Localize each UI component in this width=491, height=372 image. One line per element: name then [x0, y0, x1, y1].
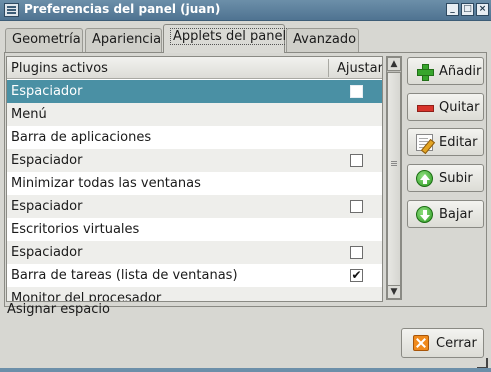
- list-item-label: Espaciador: [11, 84, 83, 99]
- close-button[interactable]: Cerrar: [401, 328, 484, 358]
- grip-icon: [391, 161, 397, 162]
- list-item[interactable]: Escritorios virtuales: [7, 218, 382, 241]
- expand-checkbox[interactable]: [350, 246, 363, 259]
- minus-icon: [416, 99, 434, 116]
- list-item[interactable]: Espaciador: [7, 80, 382, 103]
- list-scrollbar[interactable]: ▲ ▼: [386, 56, 402, 300]
- expand-checkbox[interactable]: ✔: [350, 269, 363, 282]
- list-item-label: Barra de aplicaciones: [11, 130, 152, 145]
- list-header: Plugins activos Ajustar: [7, 57, 382, 79]
- tab-geometria[interactable]: Geometría: [5, 28, 83, 52]
- up-arrow-icon: [416, 170, 433, 187]
- move-up-button[interactable]: Subir: [407, 164, 484, 192]
- title-bar[interactable]: Preferencias del panel (juan) _ □ ×: [0, 0, 491, 21]
- list-item[interactable]: Barra de tareas (lista de ventanas) ✔: [7, 264, 382, 287]
- list-item[interactable]: Monitor del procesador: [7, 287, 382, 302]
- column-separator: [328, 59, 329, 77]
- minimize-button[interactable]: _: [446, 3, 459, 16]
- list-item[interactable]: Menú: [7, 103, 382, 126]
- list-item-label: Barra de tareas (lista de ventanas): [11, 268, 238, 283]
- expand-checkbox[interactable]: [350, 85, 363, 98]
- scroll-down-icon[interactable]: ▼: [387, 285, 401, 299]
- window-menu-icon[interactable]: [4, 3, 19, 17]
- plus-icon: [416, 63, 434, 81]
- list-item-label: Monitor del procesador: [11, 291, 162, 302]
- tab-avanzado[interactable]: Avanzado: [286, 28, 359, 52]
- column-header-plugins[interactable]: Plugins activos: [11, 61, 108, 76]
- edit-icon: [416, 134, 433, 151]
- expand-checkbox[interactable]: [350, 154, 363, 167]
- remove-button[interactable]: Quitar: [407, 93, 484, 121]
- list-item-label: Escritorios virtuales: [11, 222, 140, 237]
- plugin-description: Asignar espacio: [7, 302, 110, 317]
- list-item-label: Espaciador: [11, 153, 83, 168]
- list-item[interactable]: Espaciador: [7, 195, 382, 218]
- move-down-button[interactable]: Bajar: [407, 200, 484, 228]
- list-item-label: Menú: [11, 107, 47, 122]
- tab-applets-del-panel[interactable]: Applets del panel: [163, 24, 290, 53]
- down-arrow-icon: [416, 206, 433, 223]
- list-item[interactable]: Espaciador: [7, 241, 382, 264]
- list-item-label: Espaciador: [11, 245, 83, 260]
- list-item-label: Espaciador: [11, 199, 83, 214]
- maximize-button[interactable]: □: [461, 3, 474, 16]
- close-window-button[interactable]: ×: [476, 3, 489, 16]
- scroll-up-icon[interactable]: ▲: [387, 57, 401, 71]
- add-button[interactable]: Añadir: [407, 57, 484, 85]
- tab-apariencia[interactable]: Apariencia: [85, 28, 162, 52]
- list-item[interactable]: Espaciador: [7, 149, 382, 172]
- edit-button[interactable]: Editar: [407, 128, 484, 156]
- window-title: Preferencias del panel (juan): [24, 2, 221, 16]
- list-item-label: Minimizar todas las ventanas: [11, 176, 201, 191]
- column-header-expand[interactable]: Ajustar: [337, 61, 382, 76]
- window-border: [0, 368, 491, 372]
- plugins-list[interactable]: Plugins activos Ajustar Espaciador Menú Ba…: [6, 56, 383, 302]
- close-icon: [413, 335, 429, 351]
- list-item[interactable]: Barra de aplicaciones: [7, 126, 382, 149]
- expand-checkbox[interactable]: [350, 200, 363, 213]
- list-item[interactable]: Minimizar todas las ventanas: [7, 172, 382, 195]
- scroll-thumb[interactable]: [387, 72, 401, 286]
